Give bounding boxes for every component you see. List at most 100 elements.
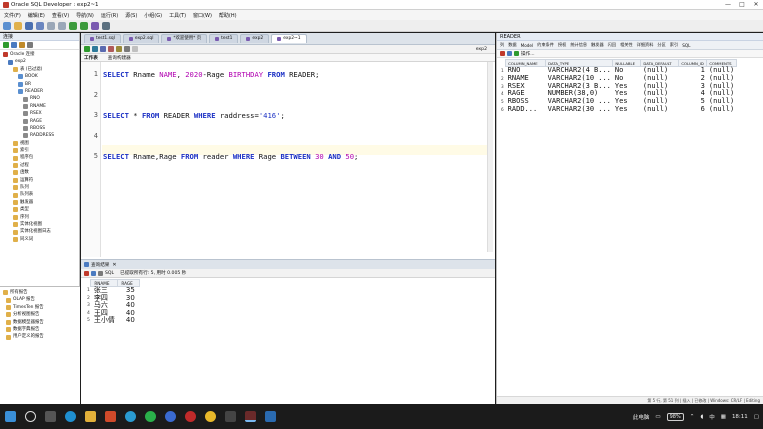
menu-item-0[interactable]: 文件(F) <box>4 12 21 19</box>
notification-icon[interactable]: ▢ <box>754 414 759 420</box>
input-mode-icon[interactable]: ▦ <box>721 414 726 420</box>
tab-query-result[interactable]: 查询结果 <box>91 262 109 268</box>
cell-nullable[interactable]: Yes <box>613 105 641 114</box>
sql-developer-taskbar-icon[interactable] <box>245 411 256 422</box>
tree-item[interactable]: BOOK <box>0 73 79 80</box>
tray-label[interactable]: 此电脑 <box>633 413 650 421</box>
filter-icon[interactable] <box>19 42 25 48</box>
rollback-icon[interactable] <box>108 46 114 52</box>
save-icon[interactable] <box>25 21 33 30</box>
tree-item[interactable]: RNAME <box>0 103 79 110</box>
tree-item[interactable]: 表 (已过滤) <box>0 66 79 73</box>
tree-item[interactable]: 程序包 <box>0 154 79 161</box>
forward-icon[interactable] <box>80 21 88 30</box>
edge-icon[interactable] <box>65 411 76 422</box>
volume-icon[interactable]: ◖ <box>700 414 703 420</box>
object-tab[interactable]: 统计信息 <box>570 42 587 48</box>
refresh-results-icon[interactable] <box>91 270 96 276</box>
editor-tab[interactable]: test1.sql <box>84 34 121 43</box>
network-icon[interactable]: ▭ <box>655 414 660 420</box>
minimize-button[interactable]: — <box>721 0 735 10</box>
redo-icon[interactable] <box>58 21 66 30</box>
tab-worksheet[interactable]: 工作表 <box>84 55 98 61</box>
tree-item[interactable]: RAGE <box>0 118 79 125</box>
tree-item[interactable]: 同义词 <box>0 236 79 243</box>
object-tab[interactable]: 约束条件 <box>537 42 554 48</box>
refresh-object-icon[interactable] <box>514 51 519 56</box>
cell-rage[interactable]: 40 <box>118 317 140 325</box>
maximize-button[interactable]: □ <box>735 0 749 10</box>
battery-indicator[interactable]: 98% <box>666 412 684 421</box>
tree-item[interactable]: 函数 <box>0 169 79 176</box>
tree-item[interactable]: exp2 <box>0 58 79 65</box>
terminal-icon[interactable] <box>225 411 236 422</box>
report-item[interactable]: 分析视图报告 <box>0 311 80 318</box>
report-item[interactable]: 数据模型器报告 <box>0 319 80 326</box>
export-icon[interactable] <box>98 270 103 276</box>
object-tab[interactable]: 数据 <box>508 42 516 48</box>
cell-id[interactable]: 6 <box>679 105 707 114</box>
report-item[interactable]: 数据字典报告 <box>0 326 80 333</box>
editor-tab[interactable]: exp2 <box>240 34 270 43</box>
windows-start-icon[interactable] <box>5 411 16 422</box>
connection-selector[interactable]: exp2 <box>476 47 487 52</box>
sql-editor[interactable]: 1 2 3 4 5 SELECT Rname NAME, 2020-Rage BIRTH… <box>81 62 495 257</box>
editor-tab[interactable]: exp2~1 <box>271 34 307 43</box>
tree-item[interactable]: 索引 <box>0 147 79 154</box>
back-icon[interactable] <box>69 21 77 30</box>
run-statement-icon[interactable] <box>84 46 90 52</box>
menu-item-1[interactable]: 编辑(E) <box>28 12 45 19</box>
tree-item[interactable]: 队列 <box>0 184 79 191</box>
pin-icon[interactable] <box>84 270 89 276</box>
tree-item[interactable]: 序列 <box>0 214 79 221</box>
report-item[interactable]: 用户定义的报告 <box>0 333 80 340</box>
undo-icon[interactable] <box>47 21 55 30</box>
cell-name[interactable]: RADD... <box>506 105 546 114</box>
tree-item[interactable]: 队列表 <box>0 191 79 198</box>
actions-menu[interactable]: 操作... <box>521 51 535 57</box>
commit-icon[interactable] <box>100 46 106 52</box>
cell-rname[interactable]: 王小倩 <box>91 317 118 325</box>
report-item[interactable]: TimesTen 报告 <box>0 304 80 311</box>
open-icon[interactable] <box>14 21 22 30</box>
table-row[interactable]: 6 RADD... VARCHAR2(30 ... Yes (null) 6 (null) <box>499 105 736 114</box>
schema-icon[interactable] <box>27 42 33 48</box>
object-tab[interactable]: 分区 <box>657 42 665 48</box>
add-connection-icon[interactable] <box>3 42 9 48</box>
tree-item[interactable]: RADDRESS <box>0 132 79 139</box>
object-tab[interactable]: 闪回 <box>608 42 616 48</box>
chevron-up-icon[interactable]: ⌃ <box>690 414 695 420</box>
tree-item[interactable]: 运算符 <box>0 177 79 184</box>
tree-item[interactable]: RBOSS <box>0 125 79 132</box>
wechat-icon[interactable] <box>145 411 156 422</box>
close-button[interactable]: ✕ <box>749 0 763 10</box>
menu-item-2[interactable]: 查看(V) <box>52 12 69 19</box>
search-icon[interactable] <box>25 411 36 422</box>
tree-item[interactable]: RSEX <box>0 110 79 117</box>
tree-item[interactable]: 实体化视图 <box>0 221 79 228</box>
editor-tab[interactable]: test1 <box>209 34 239 43</box>
sql-icon[interactable] <box>91 21 99 30</box>
clock[interactable]: 18:11 <box>732 414 748 420</box>
autotrace-icon[interactable] <box>124 46 130 52</box>
clear-icon[interactable] <box>132 46 138 52</box>
qq-icon[interactable] <box>125 411 136 422</box>
object-tab[interactable]: 相关性 <box>620 42 633 48</box>
tab-query-builder[interactable]: 查询构建器 <box>108 55 131 61</box>
object-tab[interactable]: SQL <box>682 43 690 48</box>
close-result-icon[interactable]: ✕ <box>112 262 116 268</box>
editor-tab[interactable]: exp2.sql <box>122 34 160 43</box>
object-tab[interactable]: 索引 <box>670 42 678 48</box>
menu-item-7[interactable]: 工具(T) <box>169 12 186 19</box>
editor-scrollbar[interactable] <box>487 62 493 252</box>
menu-item-9[interactable]: 帮助(H) <box>219 12 237 19</box>
edit-object-icon[interactable] <box>507 51 512 56</box>
tree-item[interactable]: READER <box>0 88 79 95</box>
object-tab[interactable]: 详细资料 <box>637 42 654 48</box>
object-tab[interactable]: 触发器 <box>591 42 604 48</box>
tree-item[interactable]: 过程 <box>0 162 79 169</box>
task-view-icon[interactable] <box>45 411 56 422</box>
mail-icon[interactable] <box>265 411 276 422</box>
object-tab[interactable]: 授权 <box>558 42 566 48</box>
run-script-icon[interactable] <box>92 46 98 52</box>
